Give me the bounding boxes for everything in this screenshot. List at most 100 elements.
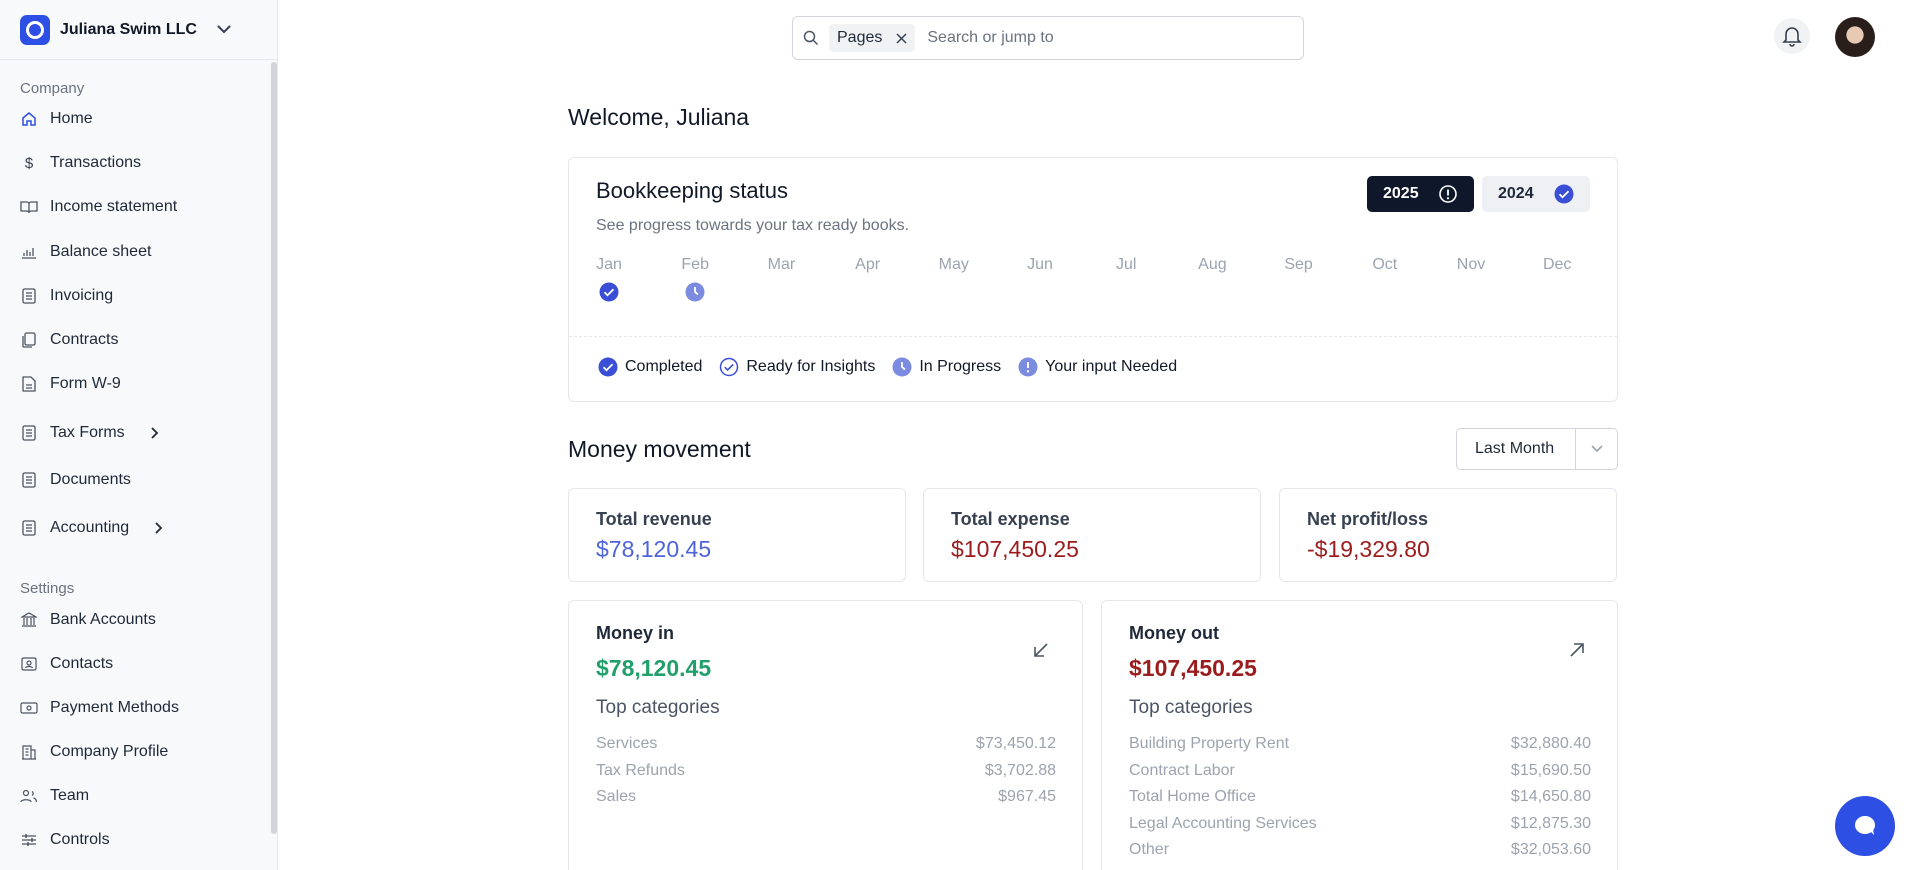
month-label-oct[interactable]: Oct xyxy=(1345,256,1425,274)
building-icon xyxy=(20,743,38,761)
category-name: Services xyxy=(596,735,658,752)
search-bar[interactable]: Pages xyxy=(792,16,1304,60)
money-icon xyxy=(20,699,38,717)
month-label-nov[interactable]: Nov xyxy=(1431,256,1511,274)
sidebar-item-accounting[interactable]: Accounting xyxy=(20,516,163,540)
arrow-up-right-icon xyxy=(1568,641,1588,661)
sidebar: Juliana Swim LLC Company Home $ Transact… xyxy=(0,0,278,870)
legend-label: In Progress xyxy=(919,358,1002,375)
chevron-down-icon[interactable] xyxy=(217,23,231,37)
category-row: Tax Refunds $3,702.88 xyxy=(596,762,1056,782)
search-icon xyxy=(803,30,819,46)
month-label-jan[interactable]: Jan xyxy=(569,256,649,274)
month-label-aug[interactable]: Aug xyxy=(1172,256,1252,274)
sidebar-item-income-statement[interactable]: Income statement xyxy=(20,195,177,219)
month-label-feb[interactable]: Feb xyxy=(655,256,735,274)
page-title: Welcome, Juliana xyxy=(568,104,750,130)
file-icon xyxy=(20,375,38,393)
chevron-down-icon[interactable] xyxy=(1575,429,1617,469)
avatar[interactable] xyxy=(1835,17,1875,57)
period-label: Last Month xyxy=(1475,440,1555,457)
stat-value: $78,120.45 xyxy=(596,536,712,562)
arrow-down-left-icon xyxy=(1032,641,1052,661)
stat-label: Net profit/loss xyxy=(1307,509,1429,529)
status-legend: Completed Ready for Insights In Progress… xyxy=(597,356,1193,378)
sidebar-scrollbar[interactable] xyxy=(271,62,277,834)
top-categories-label: Top categories xyxy=(596,697,720,718)
sidebar-item-contracts[interactable]: Contracts xyxy=(20,328,118,352)
sidebar-item-invoicing[interactable]: Invoicing xyxy=(20,284,113,308)
money-in-card[interactable]: Money in $78,120.45 Top categories Servi… xyxy=(568,600,1083,870)
chat-button[interactable] xyxy=(1835,796,1895,856)
year-label: 2024 xyxy=(1498,185,1534,202)
money-out-title: Money out xyxy=(1129,623,1219,643)
category-name: Contract Labor xyxy=(1129,761,1235,779)
close-icon[interactable] xyxy=(896,32,907,44)
completed-icon xyxy=(597,356,619,378)
notifications-button[interactable] xyxy=(1774,18,1810,54)
legend-label: Ready for Insights xyxy=(746,358,876,375)
sidebar-item-controls[interactable]: Controls xyxy=(20,828,110,852)
list-icon xyxy=(20,424,38,442)
sidebar-item-contacts[interactable]: Contacts xyxy=(20,652,113,676)
sidebar-item-label: Team xyxy=(50,787,90,804)
chat-bubble-icon xyxy=(1853,815,1877,837)
category-row: Services $73,450.12 xyxy=(596,735,1056,755)
ready-icon xyxy=(718,356,740,378)
money-out-card[interactable]: Money out $107,450.25 Top categories Bui… xyxy=(1101,600,1618,870)
stat-net-profit-loss: Net profit/loss -$19,329.80 xyxy=(1279,488,1617,582)
sidebar-item-label: Contracts xyxy=(50,331,119,348)
sidebar-item-label: Transactions xyxy=(50,154,141,171)
sidebar-item-label: Controls xyxy=(50,831,110,848)
category-name: Tax Refunds xyxy=(596,761,685,779)
divider xyxy=(569,336,1617,337)
sidebar-item-form-w9[interactable]: Form W-9 xyxy=(20,372,121,396)
year-2025-button[interactable]: 2025 xyxy=(1367,176,1474,212)
sidebar-item-documents[interactable]: Documents xyxy=(20,468,131,492)
check-circle-icon xyxy=(1554,184,1574,204)
category-amount: $32,880.40 xyxy=(1510,735,1591,752)
stat-label: Total expense xyxy=(951,509,1070,529)
sidebar-item-label: Bank Accounts xyxy=(50,611,156,628)
search-scope-chip[interactable]: Pages xyxy=(829,24,916,52)
month-label-dec[interactable]: Dec xyxy=(1517,256,1597,274)
period-select[interactable]: Last Month xyxy=(1456,428,1618,470)
chip-label: Pages xyxy=(837,29,883,46)
money-in-title: Money in xyxy=(596,623,675,643)
sidebar-item-label: Company Profile xyxy=(50,743,169,760)
sidebar-item-tax-forms[interactable]: Tax Forms xyxy=(20,421,159,445)
month-label-may[interactable]: May xyxy=(914,256,994,274)
company-name: Juliana Swim LLC xyxy=(60,20,197,38)
sidebar-item-home[interactable]: Home xyxy=(20,107,93,131)
dollar-icon: $ xyxy=(24,154,34,172)
chevron-right-icon[interactable] xyxy=(151,427,159,439)
month-label-jul[interactable]: Jul xyxy=(1086,256,1166,274)
month-label-apr[interactable]: Apr xyxy=(828,256,908,274)
month-label-jun[interactable]: Jun xyxy=(1000,256,1080,274)
sidebar-item-company-profile[interactable]: Company Profile xyxy=(20,740,168,764)
month-label-sep[interactable]: Sep xyxy=(1259,256,1339,274)
stat-label: Total revenue xyxy=(596,509,712,529)
legend-completed: Completed xyxy=(597,356,702,378)
money-out-value: $107,450.25 xyxy=(1129,655,1257,681)
stat-total-expense: Total expense $107,450.25 xyxy=(923,488,1261,582)
category-row: Contract Labor $15,690.50 xyxy=(1129,762,1591,782)
category-amount: $14,650.80 xyxy=(1510,788,1591,805)
legend-label: Completed xyxy=(625,358,703,375)
sidebar-item-bank-accounts[interactable]: Bank Accounts xyxy=(20,608,156,632)
category-name: Sales xyxy=(596,788,637,805)
category-row: Other $32,053.60 xyxy=(1129,841,1591,861)
sidebar-item-balance-sheet[interactable]: Balance sheet xyxy=(20,240,151,264)
year-2024-button[interactable]: 2024 xyxy=(1482,176,1590,212)
sidebar-item-transactions[interactable]: $ Transactions xyxy=(20,151,141,175)
bookkeeping-subtitle: See progress towards your tax ready book… xyxy=(596,217,910,234)
money-movement-title: Money movement xyxy=(568,436,751,462)
company-switcher[interactable]: Juliana Swim LLC xyxy=(0,0,277,60)
chevron-right-icon[interactable] xyxy=(155,522,163,534)
sidebar-item-label: Income statement xyxy=(50,198,178,215)
sidebar-item-label: Invoicing xyxy=(50,287,114,304)
sidebar-item-payment-methods[interactable]: Payment Methods xyxy=(20,696,179,720)
month-label-mar[interactable]: Mar xyxy=(741,256,821,274)
sidebar-item-team[interactable]: Team xyxy=(20,784,89,808)
search-input[interactable] xyxy=(927,29,1228,47)
